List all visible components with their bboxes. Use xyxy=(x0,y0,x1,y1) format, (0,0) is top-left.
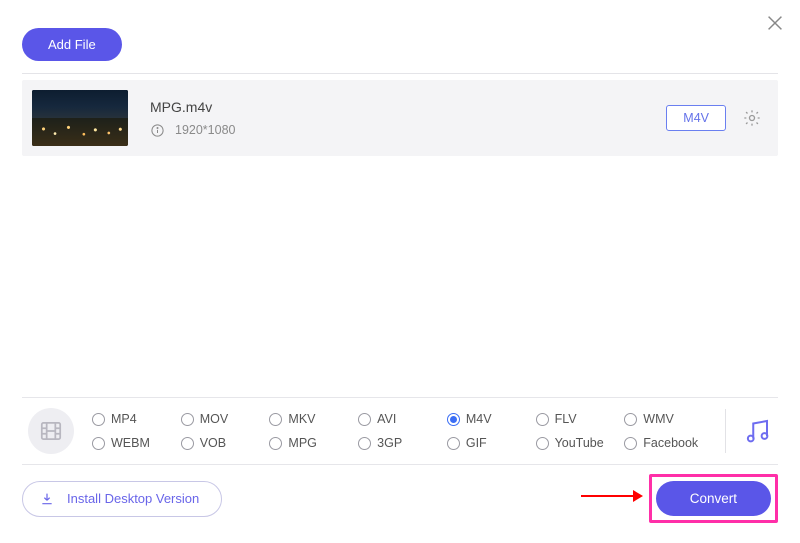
top-bar: Add File xyxy=(0,0,800,73)
output-format-button[interactable]: M4V xyxy=(666,105,726,131)
format-option-webm[interactable]: WEBM xyxy=(92,436,177,450)
format-option-label: GIF xyxy=(466,436,487,450)
format-option-facebook[interactable]: Facebook xyxy=(624,436,709,450)
format-option-flv[interactable]: FLV xyxy=(536,412,621,426)
install-desktop-label: Install Desktop Version xyxy=(67,491,199,506)
format-option-wmv[interactable]: WMV xyxy=(624,412,709,426)
add-file-button[interactable]: Add File xyxy=(22,28,122,61)
file-resolution: 1920*1080 xyxy=(175,123,235,137)
panel-separator xyxy=(725,409,726,453)
convert-button[interactable]: Convert xyxy=(656,481,771,516)
format-option-3gp[interactable]: 3GP xyxy=(358,436,443,450)
file-row: MPG.m4v 1920*1080 M4V xyxy=(22,80,778,156)
format-option-mpg[interactable]: MPG xyxy=(269,436,354,450)
radio-icon xyxy=(92,413,105,426)
format-grid: MP4 MOV MKV AVI M4V FLV WMV WEBM VOB MPG 3GP GIF You… xyxy=(92,412,709,450)
format-option-mp4[interactable]: MP4 xyxy=(92,412,177,426)
annotation-arrow-icon xyxy=(579,487,643,510)
format-option-label: VOB xyxy=(200,436,226,450)
close-icon[interactable] xyxy=(764,12,786,34)
radio-icon xyxy=(624,437,637,450)
format-option-label: Facebook xyxy=(643,436,698,450)
format-option-m4v[interactable]: M4V xyxy=(447,412,532,426)
gear-icon[interactable] xyxy=(742,108,762,128)
bottom-bar: Install Desktop Version Convert xyxy=(22,474,778,523)
format-panel: MP4 MOV MKV AVI M4V FLV WMV WEBM VOB MPG 3GP GIF You… xyxy=(22,397,778,465)
format-option-label: MOV xyxy=(200,412,228,426)
music-category-icon[interactable] xyxy=(742,416,772,446)
radio-icon xyxy=(269,413,282,426)
radio-icon xyxy=(92,437,105,450)
format-option-youtube[interactable]: YouTube xyxy=(536,436,621,450)
format-option-label: MP4 xyxy=(111,412,137,426)
format-option-label: YouTube xyxy=(555,436,604,450)
format-option-label: 3GP xyxy=(377,436,402,450)
divider-top xyxy=(22,73,778,74)
radio-icon xyxy=(358,413,371,426)
format-option-label: WEBM xyxy=(111,436,150,450)
radio-icon xyxy=(269,437,282,450)
install-desktop-button[interactable]: Install Desktop Version xyxy=(22,481,222,517)
format-option-label: M4V xyxy=(466,412,492,426)
format-option-gif[interactable]: GIF xyxy=(447,436,532,450)
video-category-icon[interactable] xyxy=(28,408,74,454)
format-option-label: WMV xyxy=(643,412,674,426)
annotation-highlight: Convert xyxy=(649,474,778,523)
info-icon[interactable] xyxy=(150,123,165,138)
format-option-mov[interactable]: MOV xyxy=(181,412,266,426)
radio-icon xyxy=(536,437,549,450)
radio-icon xyxy=(447,437,460,450)
format-option-label: FLV xyxy=(555,412,577,426)
download-icon xyxy=(39,491,55,507)
radio-icon xyxy=(447,413,460,426)
radio-icon xyxy=(181,437,194,450)
format-option-vob[interactable]: VOB xyxy=(181,436,266,450)
radio-icon xyxy=(536,413,549,426)
format-option-label: MKV xyxy=(288,412,315,426)
file-thumbnail[interactable] xyxy=(32,90,128,146)
file-meta: MPG.m4v 1920*1080 xyxy=(150,99,666,138)
radio-icon xyxy=(358,437,371,450)
radio-icon xyxy=(181,413,194,426)
format-option-label: MPG xyxy=(288,436,316,450)
format-option-label: AVI xyxy=(377,412,396,426)
file-name: MPG.m4v xyxy=(150,99,666,115)
format-option-mkv[interactable]: MKV xyxy=(269,412,354,426)
radio-icon xyxy=(624,413,637,426)
format-option-avi[interactable]: AVI xyxy=(358,412,443,426)
